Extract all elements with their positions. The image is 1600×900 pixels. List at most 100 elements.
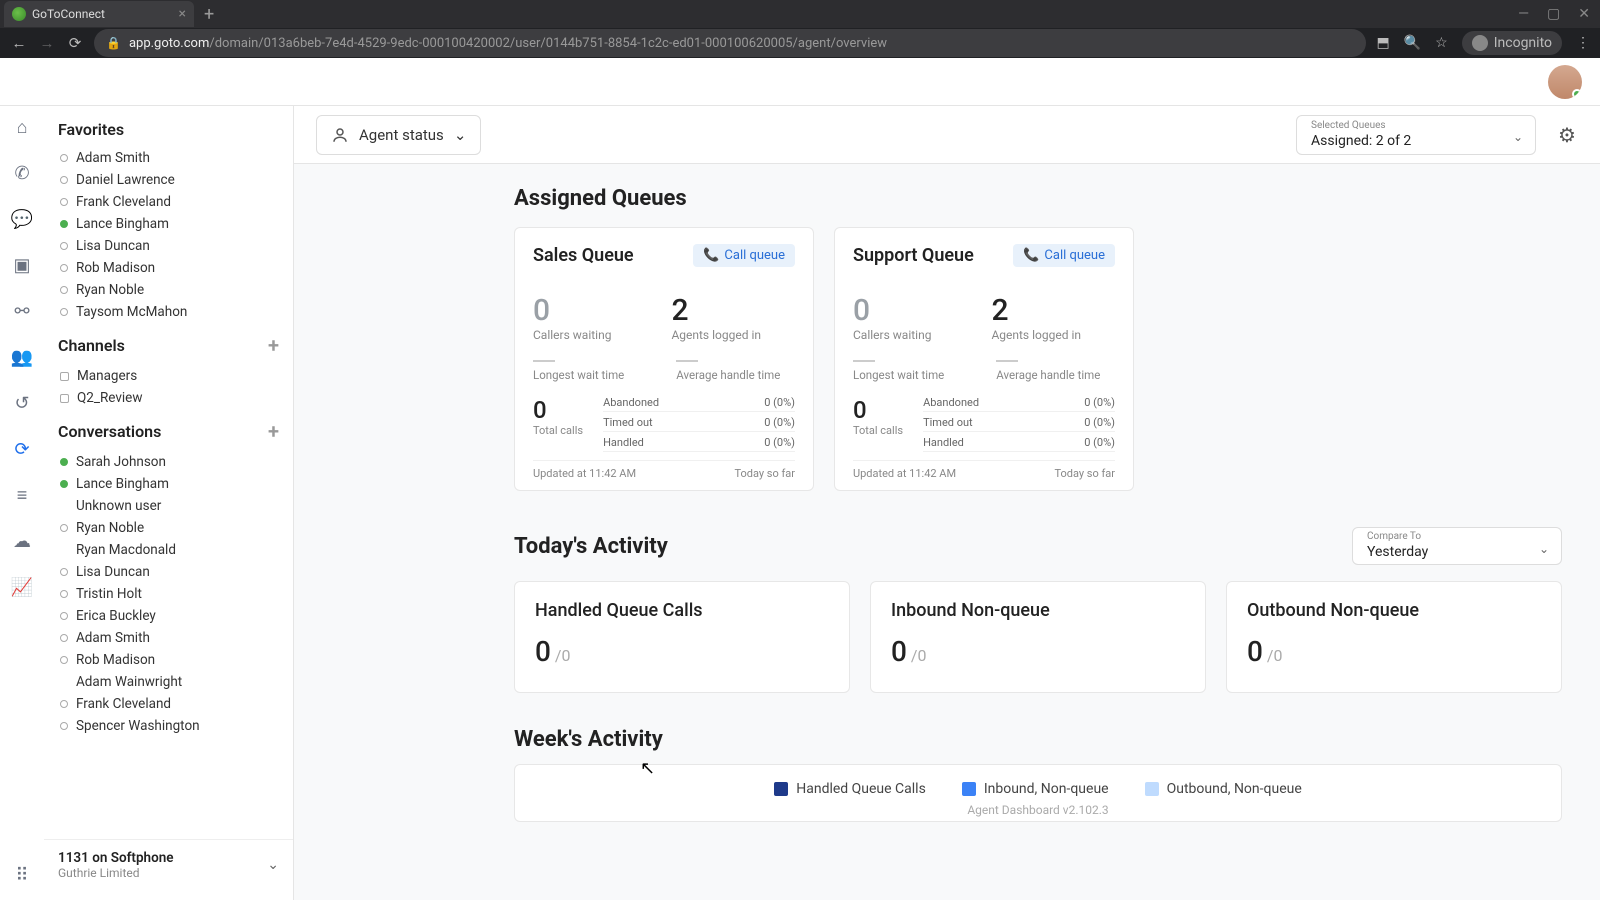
presence-dot xyxy=(60,502,68,510)
browser-tab[interactable]: GoToConnect × xyxy=(4,1,194,27)
legend-item[interactable]: Outbound, Non-queue xyxy=(1145,781,1302,797)
sidebar-item-favorite[interactable]: Daniel Lawrence xyxy=(58,169,279,191)
presence-dot xyxy=(60,242,68,250)
tab-title: GoToConnect xyxy=(32,7,105,21)
voicemail-icon[interactable]: ⚯ xyxy=(11,300,33,322)
url-path: /domain/013a6beb-7e4d-4529-9edc-00010042… xyxy=(209,36,887,51)
sidebar-item-conversation[interactable]: Sarah Johnson xyxy=(58,451,279,473)
presence-dot xyxy=(60,308,68,316)
window-maximize-icon[interactable]: ▢ xyxy=(1547,6,1560,22)
sidebar-item-favorite[interactable]: Taysom McMahon xyxy=(58,301,279,323)
org-label: Guthrie Limited xyxy=(58,866,174,880)
sidebar-item-favorite[interactable]: Rob Madison xyxy=(58,257,279,279)
apps-icon[interactable]: ⠿ xyxy=(11,864,33,886)
chevron-down-icon: ⌄ xyxy=(454,126,467,144)
presence-dot xyxy=(60,524,68,532)
sidebar-item-conversation[interactable]: Rob Madison xyxy=(58,649,279,671)
window-close-icon[interactable]: ✕ xyxy=(1578,6,1590,22)
agent-status-dropdown[interactable]: Agent status ⌄ xyxy=(316,115,481,155)
avatar[interactable] xyxy=(1548,65,1582,99)
sidebar-item-conversation[interactable]: Ryan Noble xyxy=(58,517,279,539)
conversation-name: Adam Wainwright xyxy=(76,674,182,690)
chat-icon[interactable]: 💬 xyxy=(11,208,33,230)
presence-dot xyxy=(60,264,68,272)
cloud-icon[interactable]: ☁ xyxy=(11,530,33,552)
address-bar[interactable]: 🔒 app.goto.com /domain/013a6beb-7e4d-452… xyxy=(94,29,1366,57)
sidebar-item-favorite[interactable]: Ryan Noble xyxy=(58,279,279,301)
sidebar-item-conversation[interactable]: Ryan Macdonald xyxy=(58,539,279,561)
conversation-name: Ryan Macdonald xyxy=(76,542,176,558)
chrome-menu-icon[interactable]: ⋮ xyxy=(1576,35,1590,51)
call-queue-button[interactable]: 📞Call queue xyxy=(693,244,795,267)
legend-item[interactable]: Handled Queue Calls xyxy=(774,781,926,797)
activity-compare: /0 xyxy=(555,646,571,665)
forward-button[interactable]: → xyxy=(38,34,56,52)
presence-dot xyxy=(1572,89,1582,99)
selected-queues-dropdown[interactable]: Selected Queues Assigned: 2 of 2 ⌄ xyxy=(1296,115,1536,155)
presence-dot xyxy=(60,678,68,686)
legend-item[interactable]: Inbound, Non-queue xyxy=(962,781,1109,797)
contacts-icon[interactable]: 👥 xyxy=(11,346,33,368)
sidebar-item-favorite[interactable]: Frank Cleveland xyxy=(58,191,279,213)
headset-icon[interactable]: ⟳ xyxy=(11,438,33,460)
activity-card: Handled Queue Calls 0 /0 xyxy=(514,581,850,693)
home-icon[interactable]: ⌂ xyxy=(11,116,33,138)
reload-button[interactable]: ⟳ xyxy=(66,34,84,52)
sidebar-item-channel[interactable]: Managers xyxy=(58,365,279,387)
sidebar-item-favorite[interactable]: Adam Smith xyxy=(58,147,279,169)
add-channel-button[interactable]: + xyxy=(268,333,279,357)
sidebar-item-conversation[interactable]: Lance Bingham xyxy=(58,473,279,495)
favorite-name: Lisa Duncan xyxy=(76,238,150,254)
activity-compare: /0 xyxy=(911,646,927,665)
zoom-icon[interactable]: 🔍 xyxy=(1404,35,1421,51)
new-tab-button[interactable]: + xyxy=(204,4,214,25)
nav-rail: ⌂ ✆ 💬 ▣ ⚯ 👥 ↺ ⟳ ≡ ☁ 📈 ⠿ xyxy=(0,106,44,900)
user-icon xyxy=(331,126,349,144)
updated-label: Updated at 11:42 AM xyxy=(533,467,636,480)
favorite-name: Lance Bingham xyxy=(76,216,169,232)
sidebar-item-conversation[interactable]: Unknown user xyxy=(58,495,279,517)
back-button[interactable]: ← xyxy=(10,34,28,52)
sidebar-item-conversation[interactable]: Erica Buckley xyxy=(58,605,279,627)
favorite-name: Taysom McMahon xyxy=(76,304,187,320)
today-activity-title: Today's Activity xyxy=(514,534,668,559)
install-icon[interactable]: ⬒ xyxy=(1376,35,1389,51)
video-icon[interactable]: ▣ xyxy=(11,254,33,276)
sidebar-item-favorite[interactable]: Lance Bingham xyxy=(58,213,279,235)
presence-dot xyxy=(60,286,68,294)
close-tab-icon[interactable]: × xyxy=(179,6,186,22)
sidebar-item-conversation[interactable]: Adam Wainwright xyxy=(58,671,279,693)
incognito-badge[interactable]: Incognito xyxy=(1462,31,1562,55)
sidebar-footer[interactable]: 1131 on Softphone Guthrie Limited ⌄ xyxy=(44,839,293,890)
window-minimize-icon[interactable]: — xyxy=(1518,6,1529,22)
sidebar-item-conversation[interactable]: Lisa Duncan xyxy=(58,561,279,583)
sliders-icon[interactable]: ≡ xyxy=(11,484,33,506)
presence-dot xyxy=(60,722,68,730)
analytics-icon[interactable]: 📈 xyxy=(11,576,33,598)
sidebar-item-favorite[interactable]: Lisa Duncan xyxy=(58,235,279,257)
sidebar-item-conversation[interactable]: Tristin Holt xyxy=(58,583,279,605)
bookmark-icon[interactable]: ☆ xyxy=(1435,35,1448,51)
call-queue-button[interactable]: 📞Call queue xyxy=(1013,244,1115,267)
presence-dot xyxy=(60,612,68,620)
chevron-down-icon[interactable]: ⌄ xyxy=(267,857,279,873)
gear-icon[interactable]: ⚙ xyxy=(1556,124,1578,146)
sidebar-item-channel[interactable]: Q2_Review xyxy=(58,387,279,409)
conversations-heading: Conversations + xyxy=(58,419,279,443)
activity-card: Outbound Non-queue 0 /0 xyxy=(1226,581,1562,693)
sidebar-item-conversation[interactable]: Spencer Washington xyxy=(58,715,279,737)
sidebar-item-conversation[interactable]: Frank Cleveland xyxy=(58,693,279,715)
lock-icon: 🔒 xyxy=(106,36,121,50)
softphone-label: 1131 on Softphone xyxy=(58,850,174,866)
agents-logged-value: 2 xyxy=(991,293,1081,328)
phone-icon[interactable]: ✆ xyxy=(11,162,33,184)
history-icon[interactable]: ↺ xyxy=(11,392,33,414)
conversation-name: Ryan Noble xyxy=(76,520,144,536)
add-conversation-button[interactable]: + xyxy=(268,419,279,443)
week-activity-title: Week's Activity xyxy=(514,727,1562,752)
conversation-name: Unknown user xyxy=(76,498,161,514)
assigned-queues-title: Assigned Queues xyxy=(514,186,1562,211)
compare-dropdown[interactable]: Compare To Yesterday ⌄ xyxy=(1352,527,1562,565)
agents-logged-value: 2 xyxy=(671,293,761,328)
sidebar-item-conversation[interactable]: Adam Smith xyxy=(58,627,279,649)
